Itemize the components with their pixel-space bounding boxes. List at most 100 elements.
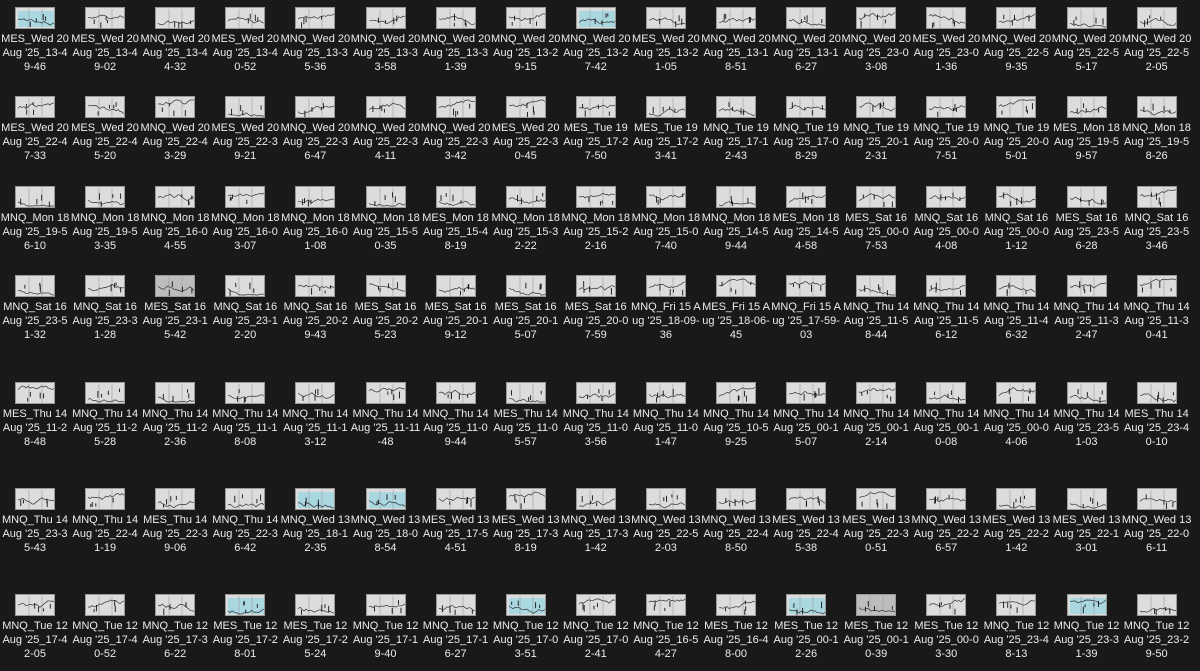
file-item[interactable]: MES_Wed 13 Aug '25_22-13-01	[1052, 488, 1122, 555]
file-item[interactable]: MES_Thu 14 Aug '25_22-39-06	[140, 488, 210, 555]
file-item[interactable]: MNQ_Tue 19 Aug '25_20-05-01	[981, 96, 1051, 163]
file-item[interactable]: MES_Sat 16 Aug '25_00-07-53	[841, 186, 911, 253]
file-item[interactable]: MES_Mon 18 Aug '25_15-48-19	[421, 186, 491, 253]
file-item[interactable]: MNQ_Tue 12 Aug '25_17-19-40	[351, 594, 421, 661]
file-item[interactable]: MES_Tue 12 Aug '25_17-25-24	[280, 594, 350, 661]
file-item[interactable]: MNQ_Tue 19 Aug '25_17-08-29	[771, 96, 841, 163]
file-item[interactable]: MES_Wed 20 Aug '25_22-47-33	[0, 96, 70, 163]
file-item[interactable]: MES_Wed 20 Aug '25_22-30-45	[491, 96, 561, 163]
file-item[interactable]: MES_Tue 19 Aug '25_17-23-41	[631, 96, 701, 163]
file-item[interactable]: MNQ_Sat 16 Aug '25_23-53-46	[1122, 186, 1192, 253]
file-item[interactable]: MNQ_Thu 14 Aug '25_00-15-07	[771, 382, 841, 449]
file-item[interactable]: MNQ_Tue 12 Aug '25_23-29-50	[1122, 594, 1192, 661]
file-item[interactable]: MNQ_Thu 14 Aug '25_11-11-48	[351, 382, 421, 449]
file-item[interactable]: MNQ_Wed 20 Aug '25_13-27-42	[561, 7, 631, 74]
file-item[interactable]: MNQ_Thu 14 Aug '25_00-10-08	[911, 382, 981, 449]
file-item[interactable]: MNQ_Tue 12 Aug '25_23-31-39	[1052, 594, 1122, 661]
file-item[interactable]: MNQ_Wed 13 Aug '25_18-08-54	[351, 488, 421, 555]
file-item[interactable]: MES_Sat 16 Aug '25_20-19-12	[421, 275, 491, 342]
file-item[interactable]: MNQ_Tue 12 Aug '25_16-54-27	[631, 594, 701, 661]
file-item[interactable]: MES_Tue 12 Aug '25_17-28-01	[210, 594, 280, 661]
file-item[interactable]: MNQ_Thu 14 Aug '25_00-12-14	[841, 382, 911, 449]
file-item[interactable]: MNQ_Mon 18 Aug '25_19-58-26	[1122, 96, 1192, 163]
file-item[interactable]: MNQ_Fri 15 Aug '25_18-09-36	[631, 275, 701, 342]
file-item[interactable]: MNQ_Sat 16 Aug '25_00-01-12	[981, 186, 1051, 253]
file-item[interactable]: MNQ_Sat 16 Aug '25_00-04-08	[911, 186, 981, 253]
file-item[interactable]: MNQ_Tue 19 Aug '25_17-12-43	[701, 96, 771, 163]
file-item[interactable]: MNQ_Thu 14 Aug '25_23-51-03	[1052, 382, 1122, 449]
file-item[interactable]: MNQ_Tue 12 Aug '25_17-40-52	[70, 594, 140, 661]
file-item[interactable]: MNQ_Thu 14 Aug '25_10-59-25	[701, 382, 771, 449]
file-item[interactable]: MES_Mon 18 Aug '25_14-54-58	[771, 186, 841, 253]
file-item[interactable]: MES_Wed 20 Aug '25_22-45-20	[70, 96, 140, 163]
file-item[interactable]: MNQ_Wed 20 Aug '25_13-31-39	[421, 7, 491, 74]
file-item[interactable]: MNQ_Tue 12 Aug '25_17-03-51	[491, 594, 561, 661]
file-item[interactable]: MNQ_Mon 18 Aug '25_15-22-16	[561, 186, 631, 253]
file-item[interactable]: MES_Sat 16 Aug '25_20-07-59	[561, 275, 631, 342]
file-item[interactable]: MNQ_Tue 12 Aug '25_17-02-41	[561, 594, 631, 661]
file-item[interactable]: MNQ_Sat 16 Aug '25_23-12-20	[210, 275, 280, 342]
file-item[interactable]: MNQ_Thu 14 Aug '25_00-04-06	[981, 382, 1051, 449]
file-item[interactable]: MNQ_Tue 12 Aug '25_23-48-13	[981, 594, 1051, 661]
file-item[interactable]: MNQ_Thu 14 Aug '25_11-13-12	[280, 382, 350, 449]
file-item[interactable]: MES_Wed 20 Aug '25_23-01-36	[911, 7, 981, 74]
file-item[interactable]: MNQ_Thu 14 Aug '25_11-46-32	[981, 275, 1051, 342]
file-item[interactable]: MNQ_Thu 14 Aug '25_22-41-19	[70, 488, 140, 555]
file-item[interactable]: MNQ_Wed 20 Aug '25_22-34-11	[351, 96, 421, 163]
file-item[interactable]: MES_Wed 13 Aug '25_17-38-19	[491, 488, 561, 555]
file-item[interactable]: MNQ_Thu 14 Aug '25_22-36-42	[210, 488, 280, 555]
file-item[interactable]: MES_Sat 16 Aug '25_23-56-28	[1052, 186, 1122, 253]
file-item[interactable]: MNQ_Thu 14 Aug '25_11-01-47	[631, 382, 701, 449]
file-item[interactable]: MES_Tue 12 Aug '25_00-12-26	[771, 594, 841, 661]
file-item[interactable]: MES_Tue 12 Aug '25_00-10-39	[841, 594, 911, 661]
file-item[interactable]: MES_Wed 20 Aug '25_13-49-02	[70, 7, 140, 74]
file-item[interactable]: MNQ_Wed 20 Aug '25_13-35-36	[280, 7, 350, 74]
file-item[interactable]: MNQ_Tue 12 Aug '25_17-42-05	[0, 594, 70, 661]
file-item[interactable]: MNQ_Thu 14 Aug '25_23-35-43	[0, 488, 70, 555]
file-item[interactable]: MNQ_Mon 18 Aug '25_16-01-08	[280, 186, 350, 253]
file-item[interactable]: MNQ_Thu 14 Aug '25_11-25-28	[70, 382, 140, 449]
file-item[interactable]: MES_Mon 18 Aug '25_19-59-57	[1052, 96, 1122, 163]
file-item[interactable]: MNQ_Wed 20 Aug '25_22-43-29	[140, 96, 210, 163]
file-item[interactable]: MNQ_Tue 12 Aug '25_17-16-27	[421, 594, 491, 661]
file-item[interactable]: MNQ_Thu 14 Aug '25_11-30-41	[1122, 275, 1192, 342]
file-item[interactable]: MES_Wed 20 Aug '25_13-40-52	[210, 7, 280, 74]
file-item[interactable]: MNQ_Thu 14 Aug '25_11-03-56	[561, 382, 631, 449]
file-item[interactable]: MES_Wed 13 Aug '25_17-54-51	[421, 488, 491, 555]
file-item[interactable]: MNQ_Wed 20 Aug '25_22-59-35	[981, 7, 1051, 74]
file-item[interactable]: MNQ_Mon 18 Aug '25_16-04-55	[140, 186, 210, 253]
file-item[interactable]: MNQ_Wed 13 Aug '25_17-31-42	[561, 488, 631, 555]
file-item[interactable]: MNQ_Mon 18 Aug '25_15-32-22	[491, 186, 561, 253]
file-item[interactable]: MES_Tue 19 Aug '25_17-27-50	[561, 96, 631, 163]
file-item[interactable]: MNQ_Tue 19 Aug '25_20-12-31	[841, 96, 911, 163]
file-item[interactable]: MNQ_Mon 18 Aug '25_19-56-10	[0, 186, 70, 253]
file-item[interactable]: MES_Wed 13 Aug '25_22-21-42	[981, 488, 1051, 555]
file-item[interactable]: MES_Tue 12 Aug '25_00-03-30	[911, 594, 981, 661]
file-item[interactable]: MNQ_Sat 16 Aug '25_20-29-43	[280, 275, 350, 342]
file-item[interactable]: MNQ_Wed 13 Aug '25_18-12-35	[280, 488, 350, 555]
file-item[interactable]: MNQ_Thu 14 Aug '25_11-18-08	[210, 382, 280, 449]
file-item[interactable]: MES_Thu 14 Aug '25_11-28-48	[0, 382, 70, 449]
file-item[interactable]: MNQ_Wed 13 Aug '25_22-06-11	[1122, 488, 1192, 555]
file-item[interactable]: MNQ_Wed 13 Aug '25_22-52-03	[631, 488, 701, 555]
file-item[interactable]: MES_Sat 16 Aug '25_23-15-42	[140, 275, 210, 342]
file-item[interactable]: MES_Sat 16 Aug '25_20-25-23	[351, 275, 421, 342]
file-item[interactable]: MNQ_Tue 19 Aug '25_20-07-51	[911, 96, 981, 163]
file-item[interactable]: MNQ_Mon 18 Aug '25_15-07-40	[631, 186, 701, 253]
file-item[interactable]: MNQ_Sat 16 Aug '25_23-31-28	[70, 275, 140, 342]
file-item[interactable]: MNQ_Tue 12 Aug '25_17-36-22	[140, 594, 210, 661]
file-item[interactable]: MES_Wed 20 Aug '25_13-49-46	[0, 7, 70, 74]
file-item[interactable]: MES_Wed 13 Aug '25_22-30-51	[841, 488, 911, 555]
file-item[interactable]: MES_Tue 12 Aug '25_16-48-00	[701, 594, 771, 661]
file-item[interactable]: MES_Wed 20 Aug '25_22-39-21	[210, 96, 280, 163]
file-item[interactable]: MNQ_Wed 20 Aug '25_13-44-32	[140, 7, 210, 74]
file-item[interactable]: MES_Thu 14 Aug '25_23-40-10	[1122, 382, 1192, 449]
file-item[interactable]: MNQ_Thu 14 Aug '25_11-09-44	[421, 382, 491, 449]
file-item[interactable]: MNQ_Wed 20 Aug '25_22-52-05	[1122, 7, 1192, 74]
file-item[interactable]: MNQ_Wed 20 Aug '25_13-16-27	[771, 7, 841, 74]
file-item[interactable]: MNQ_Wed 20 Aug '25_13-18-51	[701, 7, 771, 74]
file-item[interactable]: MNQ_Wed 20 Aug '25_13-33-58	[351, 7, 421, 74]
file-item[interactable]: MNQ_Thu 14 Aug '25_11-32-47	[1052, 275, 1122, 342]
file-item[interactable]: MNQ_Wed 20 Aug '25_22-36-47	[280, 96, 350, 163]
file-item[interactable]: MNQ_Thu 14 Aug '25_11-22-36	[140, 382, 210, 449]
